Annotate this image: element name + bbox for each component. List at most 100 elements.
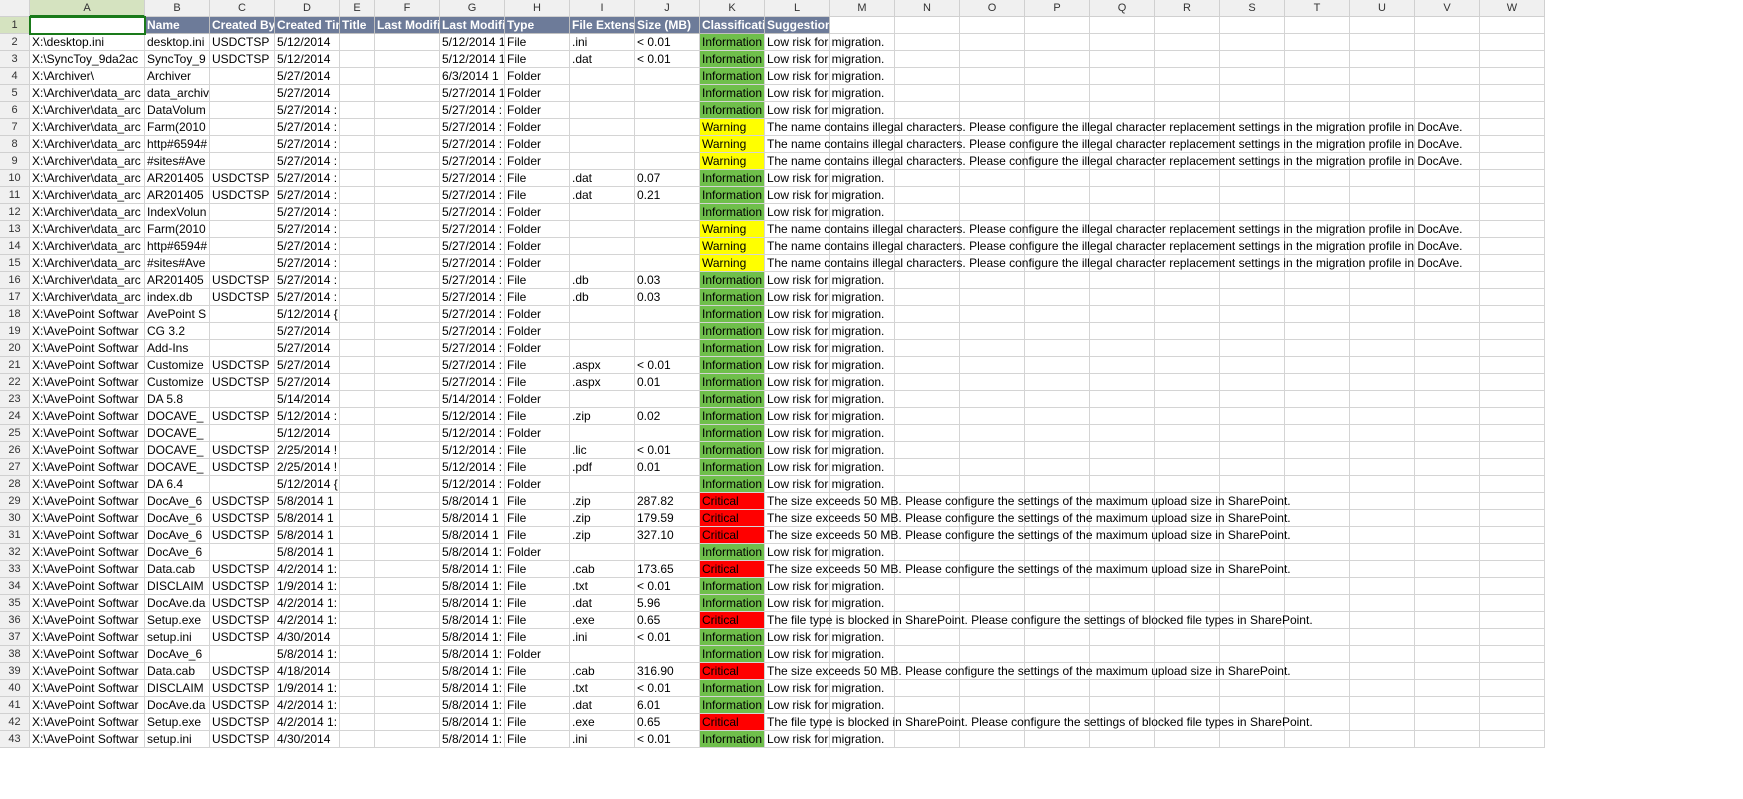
cell[interactable] (1350, 476, 1415, 493)
cell[interactable] (1480, 612, 1545, 629)
cell[interactable] (1155, 102, 1220, 119)
cell[interactable]: 0.65 (635, 612, 700, 629)
cell[interactable]: 5/12/2014 : (440, 476, 505, 493)
cell[interactable]: < 0.01 (635, 578, 700, 595)
cell[interactable] (1350, 493, 1415, 510)
col-header-R[interactable]: R (1155, 0, 1220, 17)
cell[interactable] (635, 119, 700, 136)
row-header-15[interactable]: 15 (0, 255, 30, 272)
cell[interactable]: USDCTSP (210, 374, 275, 391)
cell[interactable] (1415, 646, 1480, 663)
cell[interactable]: 6.01 (635, 697, 700, 714)
cell[interactable]: 5/27/2014 : (440, 238, 505, 255)
cell[interactable]: Archiver (145, 68, 210, 85)
cell[interactable]: Information (700, 289, 765, 306)
cell[interactable]: X:\AvePoint Softwar (30, 731, 145, 748)
cell[interactable] (960, 17, 1025, 34)
cell[interactable] (1090, 697, 1155, 714)
header-cell[interactable]: Last Modified (375, 17, 440, 34)
cell[interactable] (340, 340, 375, 357)
cell[interactable] (340, 527, 375, 544)
cell[interactable] (895, 85, 960, 102)
cell[interactable] (1415, 408, 1480, 425)
cell[interactable] (960, 34, 1025, 51)
cell[interactable]: Low risk for migration. (765, 68, 830, 85)
cell[interactable] (960, 272, 1025, 289)
cell[interactable]: DocAve_6 (145, 544, 210, 561)
cell[interactable]: Farm(2010 (145, 119, 210, 136)
cell[interactable]: < 0.01 (635, 357, 700, 374)
cell[interactable] (1155, 170, 1220, 187)
cell[interactable]: The name contains illegal characters. Pl… (765, 119, 830, 136)
cell[interactable]: Information (700, 306, 765, 323)
cell[interactable]: DocAve.da (145, 595, 210, 612)
cell[interactable] (375, 663, 440, 680)
cell[interactable] (1285, 391, 1350, 408)
cell[interactable] (1350, 391, 1415, 408)
cell[interactable] (1285, 459, 1350, 476)
cell[interactable]: 4/2/2014 1: (275, 612, 340, 629)
cell[interactable] (1220, 289, 1285, 306)
cell[interactable]: 0.65 (635, 714, 700, 731)
cell[interactable] (1090, 289, 1155, 306)
cell[interactable] (1155, 289, 1220, 306)
cell[interactable]: 5/27/2014 1 (440, 85, 505, 102)
cell[interactable]: .dat (570, 51, 635, 68)
cell[interactable] (375, 629, 440, 646)
cell[interactable]: Folder (505, 238, 570, 255)
cell[interactable] (340, 663, 375, 680)
cell[interactable] (1480, 595, 1545, 612)
cell[interactable]: X:\AvePoint Softwar (30, 714, 145, 731)
cell[interactable]: 5/12/2014 : (440, 459, 505, 476)
cell[interactable]: Information (700, 85, 765, 102)
cell[interactable] (340, 187, 375, 204)
cell[interactable]: The size exceeds 50 MB. Please configure… (765, 561, 830, 578)
cell[interactable]: Information (700, 459, 765, 476)
cell[interactable]: Folder (505, 85, 570, 102)
cell[interactable] (1350, 323, 1415, 340)
cell[interactable] (1090, 459, 1155, 476)
cell[interactable] (1285, 629, 1350, 646)
cell[interactable] (210, 119, 275, 136)
cell[interactable] (1155, 340, 1220, 357)
cell[interactable]: Low risk for migration. (765, 204, 830, 221)
cell[interactable] (1155, 374, 1220, 391)
cell[interactable] (340, 68, 375, 85)
cell[interactable]: 5/27/2014 : (440, 221, 505, 238)
cell[interactable] (1415, 493, 1480, 510)
cell[interactable] (1220, 187, 1285, 204)
cell[interactable]: The name contains illegal characters. Pl… (765, 136, 830, 153)
cell[interactable]: X:\Archiver\data_arc (30, 102, 145, 119)
cell[interactable] (340, 204, 375, 221)
cell[interactable]: File (505, 289, 570, 306)
cell[interactable] (1220, 323, 1285, 340)
cell[interactable]: 5/27/2014 : (275, 102, 340, 119)
cell[interactable]: AvePoint S (145, 306, 210, 323)
cell[interactable] (960, 629, 1025, 646)
cell[interactable] (210, 425, 275, 442)
cell[interactable] (1285, 408, 1350, 425)
cell[interactable]: http#6594# (145, 136, 210, 153)
cell[interactable] (1480, 85, 1545, 102)
cell[interactable]: 5/27/2014 : (275, 255, 340, 272)
cell[interactable]: 5/8/2014 1 (275, 544, 340, 561)
cell[interactable] (210, 221, 275, 238)
cell[interactable] (1350, 170, 1415, 187)
cell[interactable] (1285, 595, 1350, 612)
cell[interactable]: USDCTSP (210, 187, 275, 204)
cell[interactable] (1350, 17, 1415, 34)
cell[interactable] (1025, 544, 1090, 561)
cell[interactable] (895, 595, 960, 612)
cell[interactable] (960, 595, 1025, 612)
cell[interactable]: Folder (505, 306, 570, 323)
col-header-F[interactable]: F (375, 0, 440, 17)
cell[interactable] (340, 255, 375, 272)
col-header-C[interactable]: C (210, 0, 275, 17)
cell[interactable]: Critical (700, 663, 765, 680)
cell[interactable] (895, 289, 960, 306)
cell[interactable]: 5/8/2014 1: (440, 595, 505, 612)
cell[interactable] (1415, 629, 1480, 646)
cell[interactable] (1155, 323, 1220, 340)
cell[interactable]: Information (700, 391, 765, 408)
cell[interactable] (1415, 34, 1480, 51)
